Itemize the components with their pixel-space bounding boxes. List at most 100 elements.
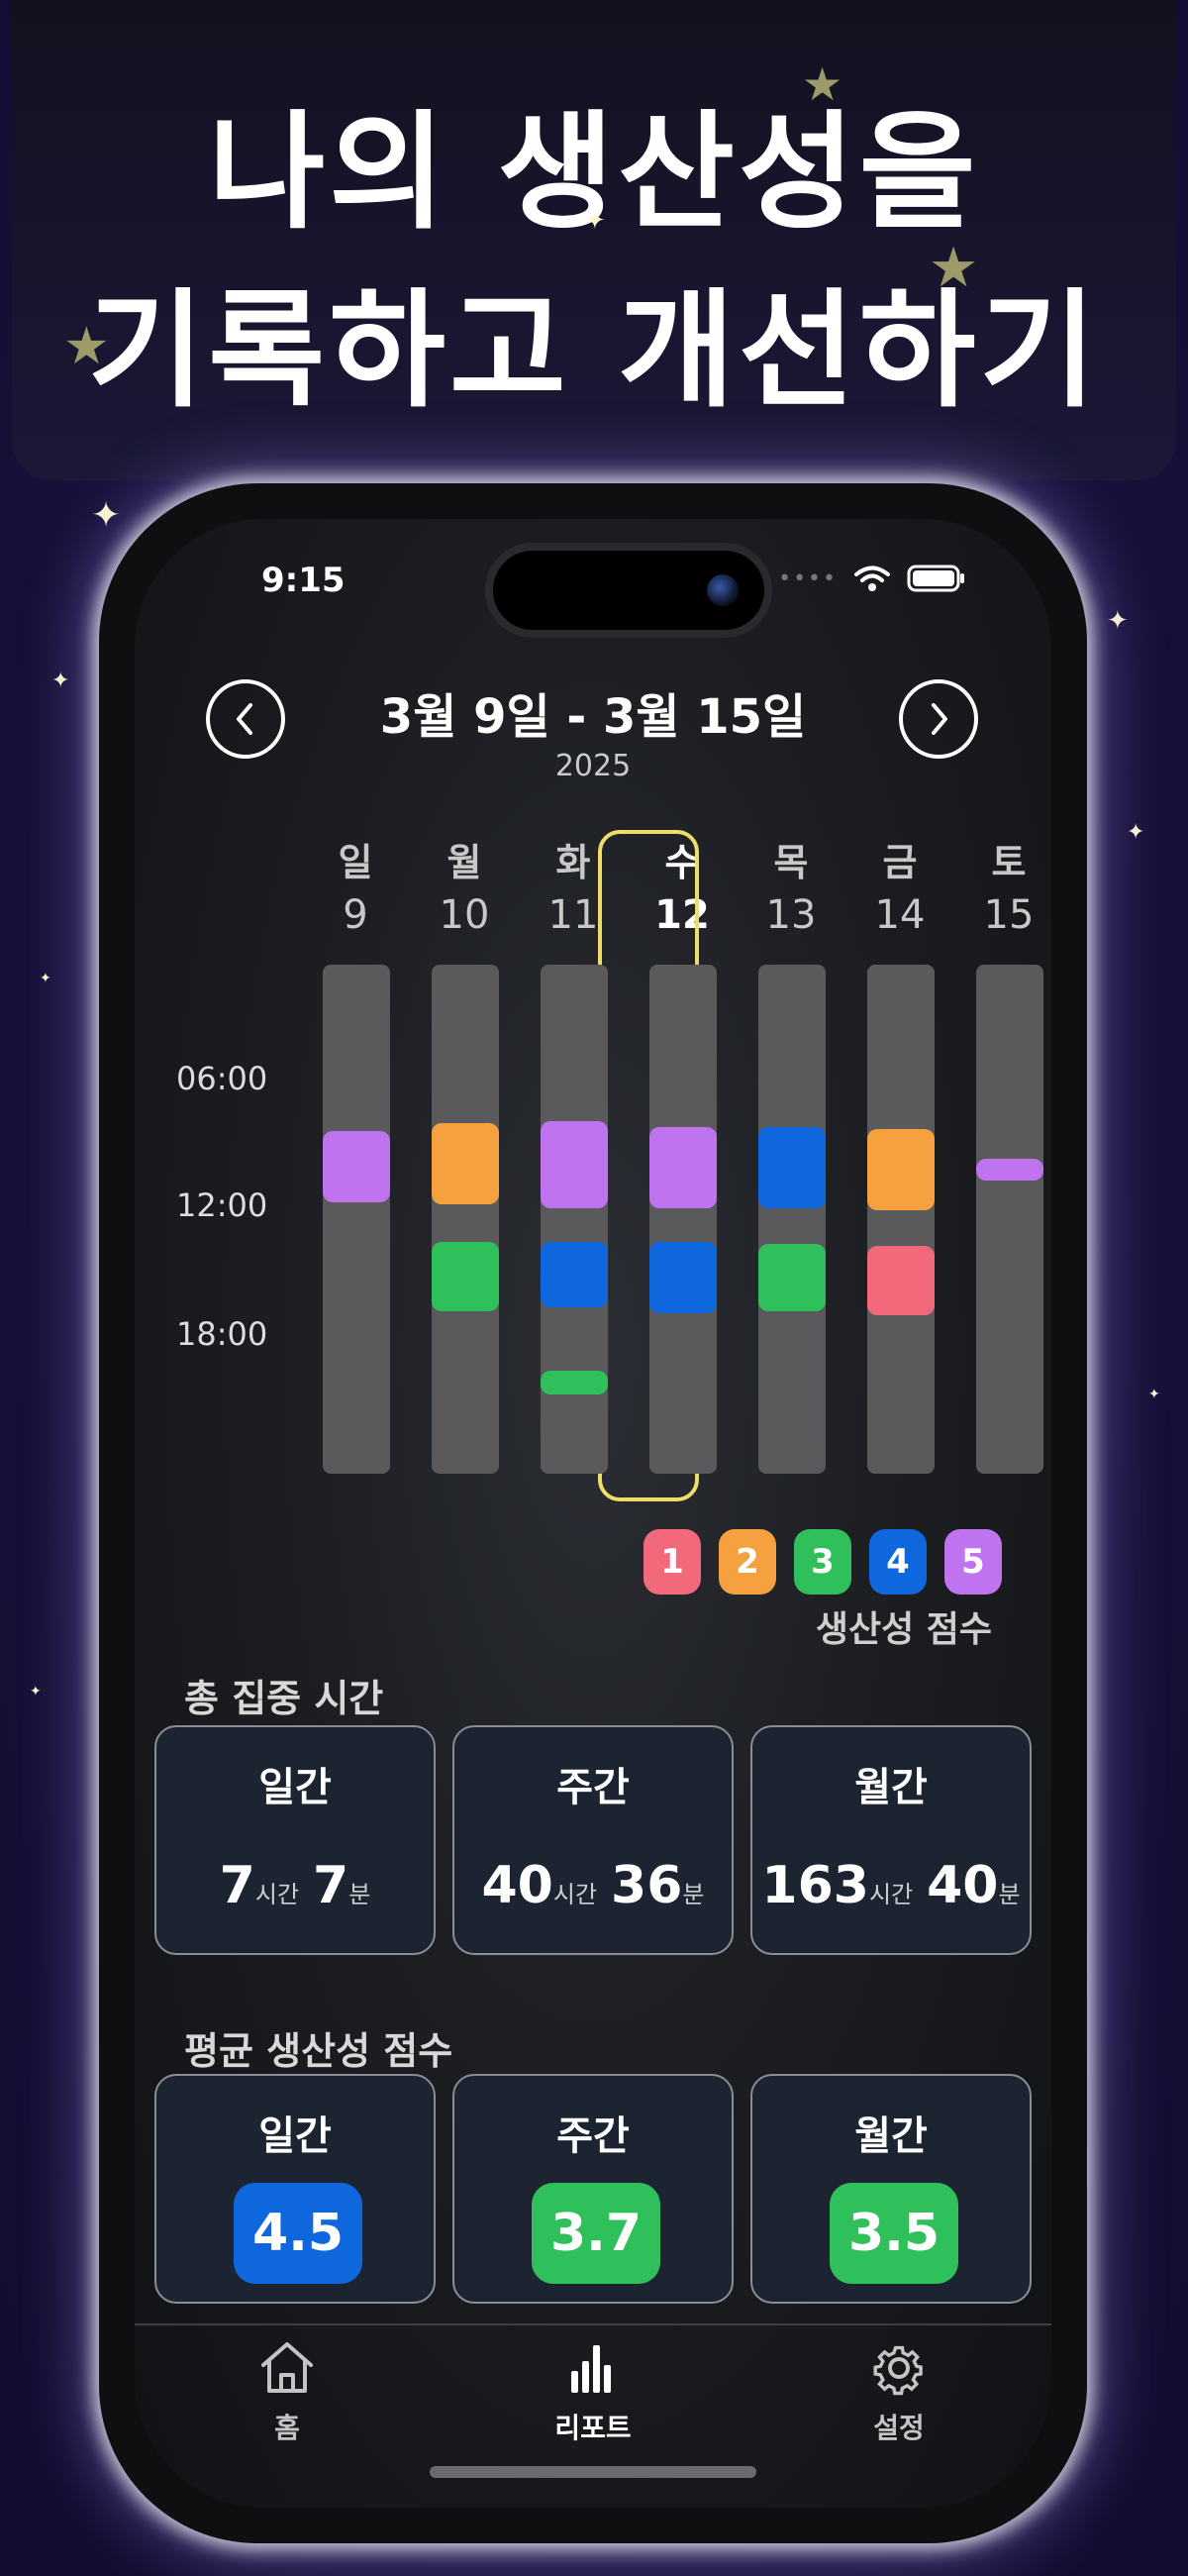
day-track-mon[interactable]: [432, 965, 499, 1474]
hours-value: 40: [481, 1856, 553, 1915]
star-icon: ✦: [30, 1684, 42, 1700]
day-header-fri[interactable]: 금 14: [865, 832, 935, 938]
productivity-block[interactable]: [867, 1129, 935, 1210]
productivity-block[interactable]: [541, 1121, 608, 1208]
productivity-block[interactable]: [649, 1242, 717, 1313]
productivity-block[interactable]: [432, 1242, 499, 1311]
star-icon: ✦: [584, 206, 606, 236]
minutes-value: 7: [313, 1856, 349, 1915]
home-icon: [261, 2342, 313, 2393]
next-week-button[interactable]: [899, 679, 978, 759]
day-track-sun[interactable]: [323, 965, 390, 1474]
card-label: 주간: [556, 1765, 630, 1810]
day-name: 일: [338, 841, 373, 884]
focus-card-monthly[interactable]: 월간 163시간 40분: [750, 1725, 1032, 1955]
day-header-sat[interactable]: 토 15: [974, 832, 1043, 938]
day-track-thu[interactable]: [758, 965, 826, 1474]
star-icon: ✦: [1127, 820, 1145, 845]
phone-screen: 9:15 •••• 3월 9일 - 3월 15일 2025 일 9 월 10 화…: [135, 519, 1051, 2508]
legend-chip-2: 2: [719, 1529, 776, 1595]
star-icon: ✦: [91, 495, 122, 536]
score-card-monthly[interactable]: 월간 3.5: [750, 2074, 1032, 2304]
score-value: 4.5: [234, 2183, 362, 2284]
minutes-unit: 분: [998, 1881, 1021, 1908]
star-icon: ✦: [1107, 606, 1129, 636]
focus-card-daily[interactable]: 일간 7시간 7분: [154, 1725, 436, 1955]
tab-label: 설정: [873, 2412, 925, 2444]
dynamic-island: [485, 543, 772, 638]
time-label-0600: 06:00: [176, 1060, 268, 1097]
minutes-value: 40: [927, 1856, 999, 1915]
day-name: 토: [991, 841, 1027, 884]
tab-settings[interactable]: 설정: [820, 2339, 978, 2446]
productivity-block[interactable]: [758, 1244, 826, 1311]
day-date: 14: [874, 892, 926, 938]
day-date: 9: [343, 892, 368, 938]
tab-label: 리포트: [554, 2412, 632, 2444]
productivity-block[interactable]: [649, 1127, 717, 1208]
day-header-sun[interactable]: 일 9: [321, 832, 390, 938]
day-track-fri[interactable]: [867, 965, 935, 1474]
productivity-block[interactable]: [758, 1127, 826, 1208]
card-label: 월간: [854, 2113, 928, 2159]
legend-chip-5: 5: [944, 1529, 1002, 1595]
day-header-thu[interactable]: 목 13: [756, 832, 826, 938]
time-label-1200: 12:00: [176, 1186, 268, 1224]
productivity-block[interactable]: [541, 1371, 608, 1394]
day-header-mon[interactable]: 월 10: [430, 832, 499, 938]
focus-card-weekly[interactable]: 주간 40시간 36분: [452, 1725, 734, 1955]
home-indicator[interactable]: [430, 2466, 756, 2478]
camera-icon: [707, 574, 739, 606]
minutes-value: 36: [611, 1856, 683, 1915]
card-label: 월간: [854, 1765, 928, 1810]
legend-caption: 생산성 점수: [815, 1609, 992, 1650]
time-label-1800: 18:00: [176, 1315, 268, 1353]
star-icon: ✦: [40, 971, 51, 986]
tab-home[interactable]: 홈: [208, 2339, 366, 2446]
hours-unit: 시간: [868, 1881, 914, 1908]
card-label: 일간: [258, 1765, 332, 1810]
day-name: 월: [446, 841, 482, 884]
focus-time-title: 총 집중 시간: [184, 1677, 384, 1720]
hours-unit: 시간: [254, 1881, 300, 1908]
productivity-block[interactable]: [432, 1123, 499, 1204]
legend-chip-1: 1: [644, 1529, 701, 1595]
chevron-right-icon: [932, 703, 947, 735]
productivity-block[interactable]: [323, 1131, 390, 1202]
productivity-block[interactable]: [541, 1242, 608, 1307]
day-track-tue[interactable]: [541, 965, 608, 1474]
productivity-block[interactable]: [867, 1246, 935, 1315]
score-card-daily[interactable]: 일간 4.5: [154, 2074, 436, 2304]
avg-score-title: 평균 생산성 점수: [184, 2029, 453, 2073]
day-name: 금: [882, 841, 918, 884]
legend-chip-3: 3: [794, 1529, 851, 1595]
day-track-wed[interactable]: [649, 965, 717, 1474]
day-name: 목: [773, 841, 809, 884]
score-legend: 1 2 3 4 5: [644, 1529, 1002, 1595]
battery-icon: [907, 565, 964, 592]
legend-chip-4: 4: [869, 1529, 927, 1595]
headline-line-2: 기록하고 개선하기: [87, 277, 1101, 425]
star-icon: ✦: [51, 669, 70, 693]
tab-bar: 홈 리포트 설정: [135, 2323, 1051, 2508]
status-time: 9:15: [261, 561, 346, 600]
card-label: 주간: [556, 2113, 630, 2159]
star-icon: ★: [63, 317, 110, 376]
day-date: 15: [983, 892, 1035, 938]
productivity-block[interactable]: [976, 1159, 1043, 1181]
minutes-unit: 분: [682, 1881, 705, 1908]
bar-chart-icon: [571, 2345, 611, 2393]
score-value: 3.7: [532, 2183, 660, 2284]
tab-report[interactable]: 리포트: [514, 2339, 672, 2446]
wifi-icon: [854, 566, 890, 591]
day-track-sat[interactable]: [976, 965, 1043, 1474]
tab-label: 홈: [274, 2412, 300, 2444]
star-icon: ★: [802, 57, 843, 111]
phone-frame: 9:15 •••• 3월 9일 - 3월 15일 2025 일 9 월 10 화…: [99, 483, 1087, 2543]
hours-value: 7: [219, 1856, 255, 1915]
focus-value: 40시간 36분: [454, 1856, 732, 1915]
day-date: 13: [765, 892, 817, 938]
card-label: 일간: [258, 2113, 332, 2159]
hours-value: 163: [761, 1856, 869, 1915]
score-card-weekly[interactable]: 주간 3.7: [452, 2074, 734, 2304]
